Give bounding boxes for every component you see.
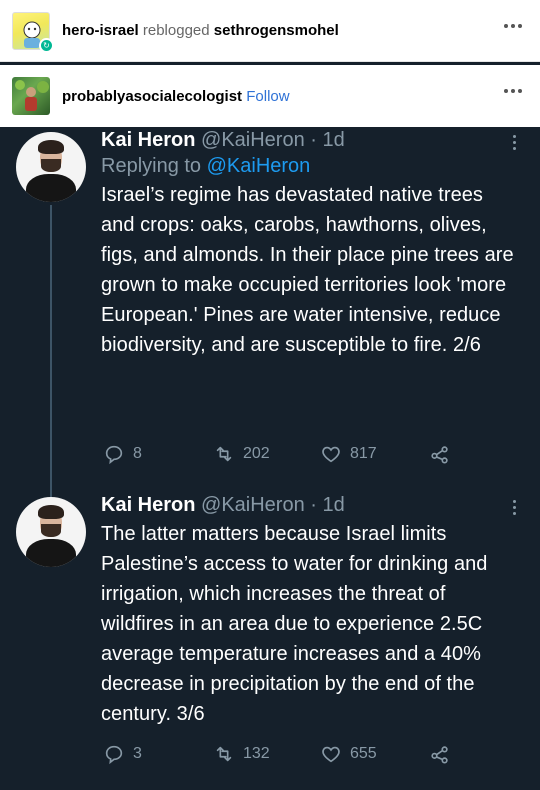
tweet-time: · 1d (310, 129, 345, 151)
retweet-icon (216, 746, 232, 762)
post-author-name[interactable]: probablyasocialecologist (62, 88, 242, 105)
reblogger-name[interactable]: hero-israel (62, 22, 139, 39)
tweet-screenshot: Kai Heron @KaiHeron · 1d Replying to @Ka… (0, 127, 540, 790)
tweet-text: The latter matters because Israel limits… (101, 523, 488, 725)
retweet-icon (216, 446, 232, 462)
more-options-icon[interactable] (504, 89, 522, 93)
reblog-icon: ↻ (39, 37, 54, 53)
reply-icon (105, 745, 123, 765)
retweet-count: 132 (243, 745, 270, 762)
author-avatar[interactable] (12, 77, 50, 115)
mention-link: @KaiHeron (206, 155, 311, 177)
tweet-text: Israel’s regime has devastated native tr… (101, 184, 514, 356)
reply-icon (105, 445, 123, 465)
like-count: 655 (350, 745, 377, 762)
reply-count: 8 (133, 445, 142, 462)
follow-button[interactable]: Follow (246, 88, 289, 105)
more-options-icon (513, 500, 516, 515)
tweet-actions: 8 202 817 (101, 443, 461, 467)
tweet-handle: @KaiHeron (201, 494, 305, 516)
heart-icon (322, 746, 340, 763)
reblog-source-name[interactable]: sethrogensmohel (214, 22, 339, 39)
tweet-author-name: Kai Heron (101, 494, 196, 516)
tweet-avatar (16, 497, 86, 567)
tweet-avatar (16, 132, 86, 202)
thread-connector (50, 205, 52, 497)
share-icon (431, 446, 448, 464)
post-author-header: probablyasocialecologist Follow (0, 65, 540, 127)
reblogger-avatar[interactable]: ↻ (12, 11, 54, 53)
tweet-time: · 1d (310, 494, 345, 516)
more-options-icon (513, 135, 516, 150)
reblog-header: ↻ hero-israel reblogged sethrogensmohel (0, 0, 540, 62)
share-icon (431, 746, 448, 764)
more-options-icon[interactable] (504, 24, 522, 28)
like-count: 817 (350, 445, 377, 462)
reply-count: 3 (133, 745, 142, 762)
tweet: Kai Heron @KaiHeron · 1d Replying to @Ka… (101, 129, 521, 360)
tweet-actions: 3 132 655 (101, 743, 461, 767)
replying-to: Replying to @KaiHeron (101, 155, 311, 177)
tweet-author-name: Kai Heron (101, 129, 196, 151)
reblog-action-text: reblogged (142, 22, 210, 39)
retweet-count: 202 (243, 445, 270, 462)
tweet-handle: @KaiHeron (201, 129, 305, 151)
tweet: Kai Heron @KaiHeron · 1d The latter matt… (101, 494, 521, 729)
heart-icon (322, 446, 340, 463)
